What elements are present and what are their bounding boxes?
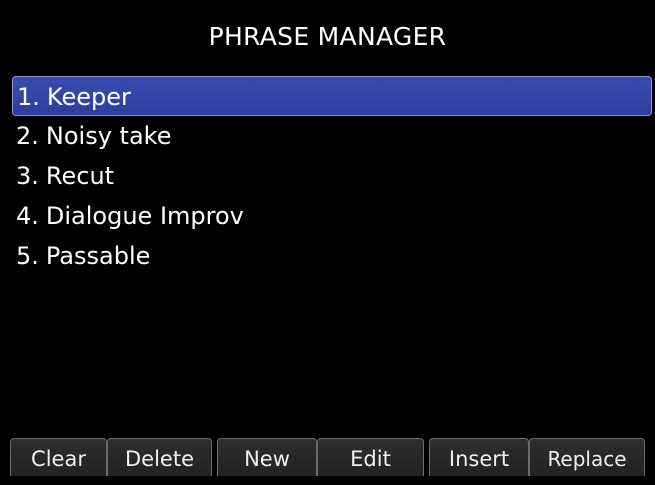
phrase-item-2[interactable]: 2. Noisy take	[12, 116, 652, 156]
phrase-number: 3.	[16, 162, 39, 190]
phrase-label: Keeper	[46, 83, 131, 111]
phrase-item-4[interactable]: 4. Dialogue Improv	[12, 196, 652, 236]
phrase-item-5[interactable]: 5. Passable	[12, 236, 652, 276]
phrase-list: 1. Keeper 2. Noisy take 3. Recut 4. Dialogue…	[12, 76, 652, 276]
phrase-number: 5.	[16, 242, 39, 270]
insert-button[interactable]: Insert	[429, 438, 529, 476]
phrase-label: Noisy take	[45, 122, 172, 150]
phrase-label: Passable	[45, 242, 151, 270]
phrase-item-1[interactable]: 1. Keeper	[12, 76, 652, 116]
replace-button[interactable]: Replace	[529, 438, 645, 476]
phrase-number: 4.	[16, 202, 39, 230]
clear-button[interactable]: Clear	[10, 438, 107, 476]
phrase-label: Dialogue Improv	[45, 202, 244, 230]
delete-button[interactable]: Delete	[107, 438, 212, 476]
page-title: PHRASE MANAGER	[208, 22, 447, 51]
phrase-manager-screen: PHRASE MANAGER 1. Keeper 2. Noisy take 3. R…	[0, 0, 655, 485]
edit-button[interactable]: Edit	[317, 438, 424, 476]
phrase-number: 2.	[16, 122, 39, 150]
phrase-number: 1.	[17, 83, 40, 111]
phrase-item-3[interactable]: 3. Recut	[12, 156, 652, 196]
phrase-label: Recut	[45, 162, 115, 190]
new-button[interactable]: New	[217, 438, 317, 476]
softkey-bar: Clear Delete New Edit Insert Replace	[10, 438, 645, 476]
